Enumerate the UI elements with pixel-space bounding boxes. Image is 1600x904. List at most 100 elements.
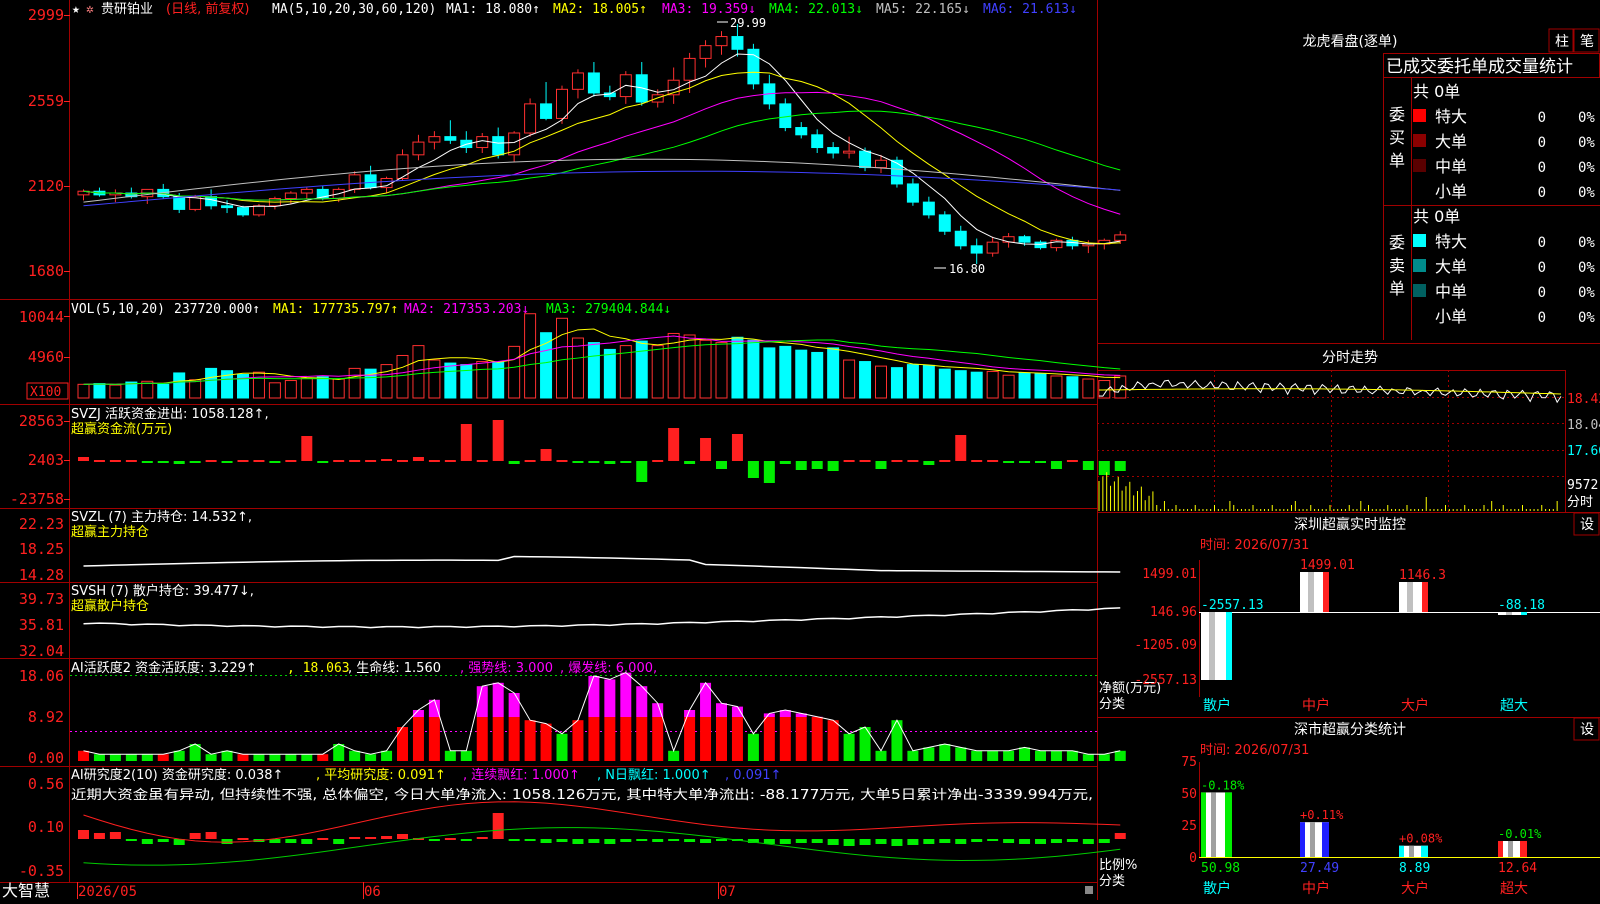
sz-class-bar-edge [1421,846,1428,857]
ai1-bar [876,751,887,761]
lhb-buy-row-count: 0 [1538,160,1546,176]
vol-ma2: MA2: 217353.203↓ [404,302,529,317]
ai2-bar [971,839,982,842]
price-axis-label: 2120 [28,177,64,195]
svzj-bar [142,461,153,463]
svzj-bar [971,460,982,462]
sz-monitor-bar [1399,582,1428,612]
ai2-bar [541,839,552,843]
svzj-bar [700,438,711,461]
svzj-bar [876,461,887,469]
ai1-bar [493,717,504,761]
volume-bar [509,346,520,398]
lhb-sell-row-label: 大单 [1435,257,1467,276]
vol-axis-label: 10044 [19,308,64,326]
candle [238,206,249,217]
sz-monitor-axis-label: -1205.09 [1134,638,1197,653]
ai1-bar [716,717,727,761]
ai2-bar [557,839,568,842]
ai1-v3: , 生命线: 1.560 [348,660,441,676]
sz-class-value-label: 12.64 [1498,861,1537,876]
volume-bar [1067,377,1078,398]
volume-bar [285,381,296,398]
lhb-column-label: 柱 [1555,34,1569,50]
sz-monitor-ylabel: 净额(万元) [1099,681,1161,696]
ai2-bar [333,839,344,844]
svzj-bar [253,460,264,462]
ai2-bar [891,839,902,846]
volume-bar [796,350,807,398]
volume-bar [1035,374,1046,398]
ai2-v5: , 0.091↑ [725,768,781,783]
svzj-bar [110,460,121,462]
ai1-bar [907,751,918,761]
ai1-bar [301,754,312,761]
svzj-bar [604,461,615,464]
svzj-bar [541,449,552,461]
candle-body [493,137,504,155]
ai1-bar [317,754,328,761]
sz-monitor-bar-shade [1308,572,1314,612]
ai2-bar [876,839,887,844]
sz-monitor-title: 深圳超赢实时监控 [1294,516,1406,533]
sz-monitor-time: 时间: 2026/07/31 [1200,538,1309,553]
ai2-bar [955,839,966,844]
lhb-buy-row-pct: 0% [1578,160,1595,176]
volume-bar [445,363,456,398]
svzj-bar [684,461,695,464]
svzj-bar [588,461,599,463]
ai1-header: AI活跃度2 资金活跃度: 3.229↑ , 18.063 , 生命线: 1.5… [71,660,657,676]
ai1-bar [269,754,280,761]
ai2-bar [987,839,998,841]
ai1-bar [780,717,791,761]
svzj-bar [716,461,727,469]
ma1-value: MA1: 18.080↑ [446,2,540,17]
sz-monitor-bar-edge [1422,582,1428,612]
ai1-bar [158,754,169,761]
svzj-bar [780,461,791,464]
volume-bar [126,382,137,398]
lhb-buy-row-pct: 0% [1578,135,1595,151]
candle-body [238,208,249,215]
sz-class-bar-shade [1310,822,1315,857]
ai1-bar [222,751,233,761]
ai2-bar [445,838,456,840]
ai1-bar [636,717,647,761]
ai2-bar [78,830,89,839]
candle-body [413,142,424,155]
svzl-axis-label: 18.25 [19,540,64,558]
sz-class-xlabel: 分类 [1099,874,1125,889]
sz-monitor-xlabel: 分类 [1099,697,1125,712]
ai2-bar [477,837,488,839]
ai1-bar [684,717,695,761]
vol-axis-label: 4960 [28,348,64,366]
date-tick: 07 [719,884,736,900]
sz-class-time: 时间: 2026/07/31 [1200,743,1309,758]
ai1-bar [604,679,615,717]
sz-class-bar-edge [1201,792,1206,857]
candle-body [253,206,264,215]
ai2-bar [301,839,312,844]
sz-monitor-category: 散户 [1203,697,1231,714]
ai1-axis-label: 0.00 [28,749,64,767]
lhb-sell-row-pct: 0% [1578,235,1595,251]
star-icon[interactable]: ★ [72,2,80,17]
lhb-sell-row-count: 0 [1538,285,1546,301]
ma-params: MA(5,10,20,30,60,120) [272,2,436,17]
candle [557,86,568,124]
ai2-bar [461,839,472,841]
ma4-value: MA4: 22.013↓ [769,2,863,17]
lock-icon[interactable] [1085,886,1093,894]
sz-class-bar-edge [1300,822,1305,857]
sz-class-pct-label: -0.18% [1201,778,1245,792]
svsh-axis-label: 32.04 [19,642,64,660]
ma3-value: MA3: 19.359↓ [662,2,756,17]
svzj-bar [1067,460,1078,462]
gear-icon[interactable]: ✲ [86,2,94,17]
ai2-bar [700,839,711,843]
ai1-bar [588,717,599,761]
candle-body [891,160,902,184]
ai1-bar [126,754,137,761]
candle-body [844,151,855,153]
candle-body [780,104,791,128]
